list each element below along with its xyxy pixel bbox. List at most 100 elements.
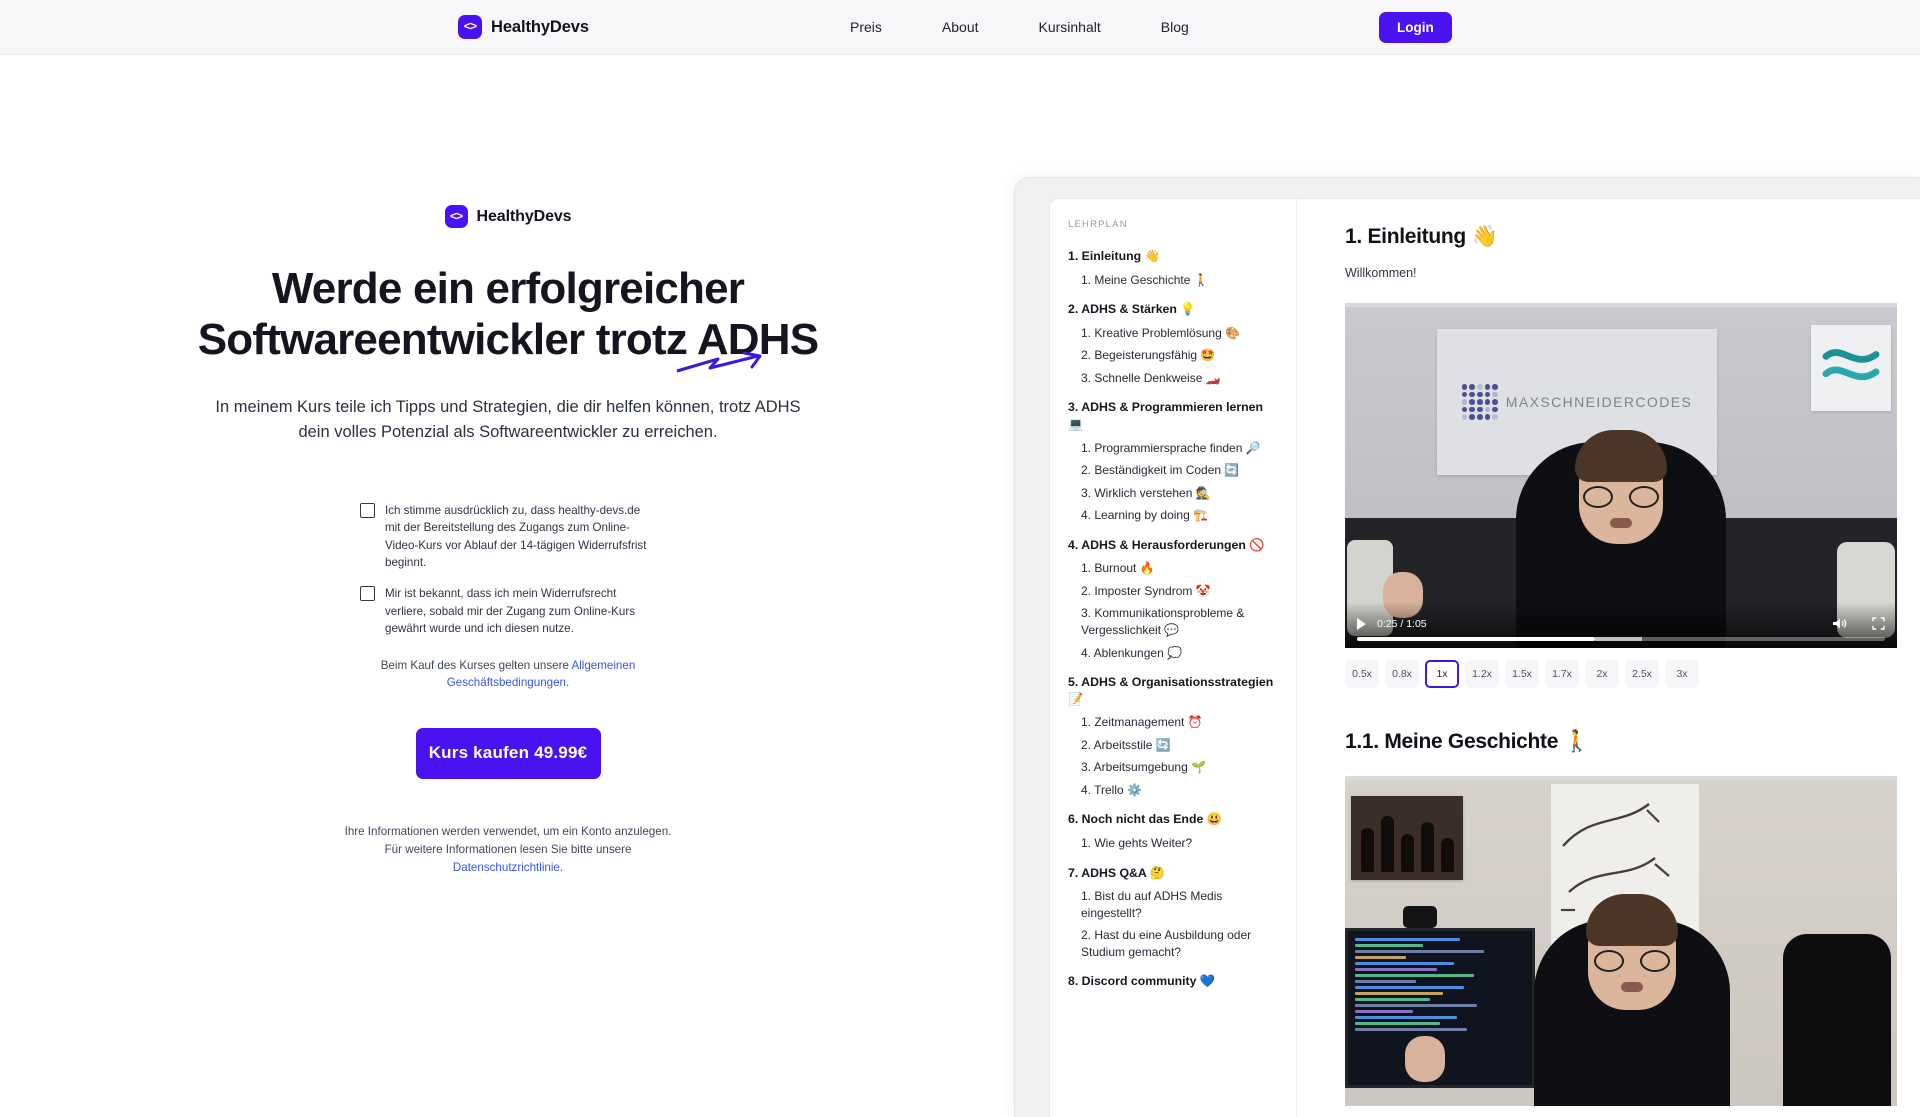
wave-icon	[1822, 349, 1880, 381]
privacy-notice: Ihre Informationen werden verwendet, um …	[338, 823, 678, 877]
lesson-item[interactable]: 1. Wie gehts Weiter?	[1081, 835, 1280, 852]
terms-suffix: .	[566, 676, 570, 690]
consent-row-1[interactable]: Ich stimme ausdrücklich zu, dass healthy…	[360, 502, 656, 571]
speed-option-2x[interactable]: 2x	[1585, 660, 1619, 688]
lesson-item[interactable]: 4. Learning by doing 🏗️	[1081, 507, 1280, 524]
page-body: <> HealthyDevs Werde ein erfolgreicher S…	[0, 55, 1920, 1117]
chapter-title-7[interactable]: 7. ADHS Q&A 🤔	[1068, 865, 1280, 882]
page-title: Werde ein erfolgreicher Softwareentwickl…	[188, 263, 828, 373]
speed-option-0.8x[interactable]: 0.8x	[1385, 660, 1419, 688]
course-preview-frame: LEHRPLAN 1. Einleitung 👋 1. Meine Geschi…	[1014, 177, 1920, 1117]
webcam-icon	[1403, 906, 1437, 928]
lesson-item[interactable]: 1. Bist du auf ADHS Medis eingestellt?	[1081, 888, 1280, 921]
lesson-item[interactable]: 4. Trello ⚙️	[1081, 782, 1280, 799]
chapter-title-1[interactable]: 1. Einleitung 👋	[1068, 248, 1280, 265]
lesson-item[interactable]: 2. Imposter Syndrom 🤡	[1081, 583, 1280, 600]
speed-option-1.2x[interactable]: 1.2x	[1465, 660, 1499, 688]
navbar-brand-label: HealthyDevs	[491, 17, 589, 36]
buy-course-button[interactable]: Kurs kaufen 49.99€	[415, 727, 601, 779]
terms-notice: Beim Kauf des Kurses gelten unsere Allge…	[358, 657, 658, 692]
curriculum-chapter: 2. ADHS & Stärken 💡 1. Kreative Probleml…	[1068, 301, 1280, 386]
headline-text: Werde ein erfolgreicher Softwareentwickl…	[197, 264, 819, 365]
lesson-item[interactable]: 3. Wirklich verstehen 🕵️	[1081, 485, 1280, 502]
speed-option-1.7x[interactable]: 1.7x	[1545, 660, 1579, 688]
lesson-item[interactable]: 3. Schnelle Denkweise 🏎️	[1081, 370, 1280, 387]
hero-subheading: In meinem Kurs teile ich Tipps und Strat…	[215, 398, 801, 442]
nav-link-preis[interactable]: Preis	[820, 13, 912, 41]
lesson-item[interactable]: 2. Arbeitsstile 🔄	[1081, 737, 1280, 754]
speed-option-1.5x[interactable]: 1.5x	[1505, 660, 1539, 688]
speed-option-0.5x[interactable]: 0.5x	[1345, 660, 1379, 688]
video-progress-bar[interactable]	[1357, 637, 1885, 641]
wall-art-text: MAXSCHNEIDERCODES	[1505, 394, 1693, 410]
video-player-2[interactable]	[1345, 776, 1897, 1106]
lesson-item[interactable]: 1. Kreative Problemlösung 🎨	[1081, 325, 1280, 342]
consent-row-2[interactable]: Mir ist bekannt, dass ich mein Widerrufs…	[360, 585, 656, 637]
consent-checkbox-group: Ich stimme ausdrücklich zu, dass healthy…	[360, 502, 656, 637]
course-preview-window: LEHRPLAN 1. Einleitung 👋 1. Meine Geschi…	[1049, 198, 1920, 1117]
video-still-frame-1: MAXSCHNEIDERCODES	[1345, 307, 1897, 648]
code-brackets-icon: <>	[444, 205, 468, 228]
office-chair	[1783, 934, 1891, 1106]
code-brackets-icon: <>	[458, 15, 482, 39]
hero-brand-label: HealthyDevs	[476, 207, 572, 225]
privacy-suffix: .	[559, 860, 564, 874]
speed-option-3x[interactable]: 3x	[1665, 660, 1699, 688]
video-time-display: 0:25 / 1:05	[1377, 617, 1427, 630]
chess-artwork	[1351, 796, 1463, 880]
video-player-1[interactable]: MAXSCHNEIDERCODES 0:25 / 1:05	[1345, 303, 1897, 648]
video-still-frame-2	[1345, 780, 1897, 1106]
consent-checkbox-2[interactable]	[360, 586, 375, 602]
chapter-title-4[interactable]: 4. ADHS & Herausforderungen 🚫	[1068, 537, 1280, 554]
volume-icon[interactable]	[1832, 617, 1847, 630]
wave-artwork	[1811, 325, 1891, 411]
lesson-item[interactable]: 3. Arbeitsumgebung 🌱	[1081, 759, 1280, 776]
chapter-title-3[interactable]: 3. ADHS & Programmieren lernen 💻	[1068, 399, 1280, 432]
lesson-item[interactable]: 1. Meine Geschichte 🚶	[1081, 272, 1280, 289]
speed-option-1x[interactable]: 1x	[1425, 660, 1459, 688]
lesson-item[interactable]: 4. Ablenkungen 💭	[1081, 645, 1280, 662]
chapter-title-6[interactable]: 6. Noch nicht das Ende 😃	[1068, 811, 1280, 828]
consent-label-2: Mir ist bekannt, dass ich mein Widerrufs…	[385, 587, 636, 635]
top-navbar: <> HealthyDevs Preis About Kursinhalt Bl…	[0, 0, 1920, 55]
lesson-item[interactable]: 1. Burnout 🔥	[1081, 560, 1280, 577]
nav-link-kursinhalt[interactable]: Kursinhalt	[1009, 13, 1131, 41]
curriculum-chapter: 4. ADHS & Herausforderungen 🚫 1. Burnout…	[1068, 537, 1280, 661]
chapter-title-5[interactable]: 5. ADHS & Organisationsstrategien 📝	[1068, 674, 1280, 707]
fullscreen-icon[interactable]	[1872, 617, 1885, 630]
hero-section: <> HealthyDevs Werde ein erfolgreicher S…	[0, 55, 1016, 877]
curriculum-sidebar: LEHRPLAN 1. Einleitung 👋 1. Meine Geschi…	[1050, 199, 1297, 1117]
nav-link-blog[interactable]: Blog	[1131, 13, 1219, 41]
hero-brand: <> HealthyDevs	[444, 205, 572, 228]
lesson-item[interactable]: 3. Kommunikationsprobleme & Vergesslichk…	[1081, 605, 1280, 638]
consent-label-1: Ich stimme ausdrücklich zu, dass healthy…	[385, 504, 647, 570]
curriculum-chapter: 6. Noch nicht das Ende 😃 1. Wie gehts We…	[1068, 811, 1280, 851]
lesson-item[interactable]: 1. Programmiersprache finden 🔎	[1081, 440, 1280, 457]
chapter-title-8[interactable]: 8. Discord community 💙	[1068, 973, 1280, 990]
navbar-brand[interactable]: <> HealthyDevs	[458, 15, 589, 39]
curriculum-chapter: 5. ADHS & Organisationsstrategien 📝 1. Z…	[1068, 674, 1280, 798]
curriculum-chapter: 8. Discord community 💙	[1068, 973, 1280, 990]
arrow-underline-icon	[676, 352, 762, 373]
video-controls-1: 0:25 / 1:05	[1345, 602, 1897, 648]
navbar-links: Preis About Kursinhalt Blog	[820, 13, 1219, 41]
lesson-viewer: 1. Einleitung 👋 Willkommen! MAXSCHNEIDER…	[1297, 199, 1920, 1117]
second-lesson-heading: 1.1. Meine Geschichte 🚶	[1345, 730, 1590, 753]
lesson-item[interactable]: 2. Hast du eine Ausbildung oder Studium …	[1081, 927, 1280, 960]
lesson-item[interactable]: 1. Zeitmanagement ⏰	[1081, 714, 1280, 731]
curriculum-chapter: 3. ADHS & Programmieren lernen 💻 1. Prog…	[1068, 399, 1280, 523]
dot-grid-icon	[1461, 384, 1498, 420]
chapter-title-2[interactable]: 2. ADHS & Stärken 💡	[1068, 301, 1280, 318]
lesson-item[interactable]: 2. Beständigkeit im Coden 🔄	[1081, 462, 1280, 479]
login-button[interactable]: Login	[1379, 11, 1452, 43]
play-icon[interactable]	[1357, 617, 1366, 630]
speed-option-2.5x[interactable]: 2.5x	[1625, 660, 1659, 688]
lesson-item[interactable]: 2. Begeisterungsfähig 🤩	[1081, 347, 1280, 364]
nav-link-about[interactable]: About	[912, 13, 1009, 41]
privacy-policy-link[interactable]: Datenschutzrichtlinie	[453, 861, 560, 874]
consent-checkbox-1[interactable]	[360, 503, 375, 519]
terms-prefix: Beim Kauf des Kurses gelten unsere	[380, 659, 572, 673]
lesson-heading: 1. Einleitung 👋	[1345, 225, 1498, 248]
curriculum-chapter: 7. ADHS Q&A 🤔 1. Bist du auf ADHS Medis …	[1068, 865, 1280, 961]
curriculum-heading: LEHRPLAN	[1068, 219, 1128, 230]
